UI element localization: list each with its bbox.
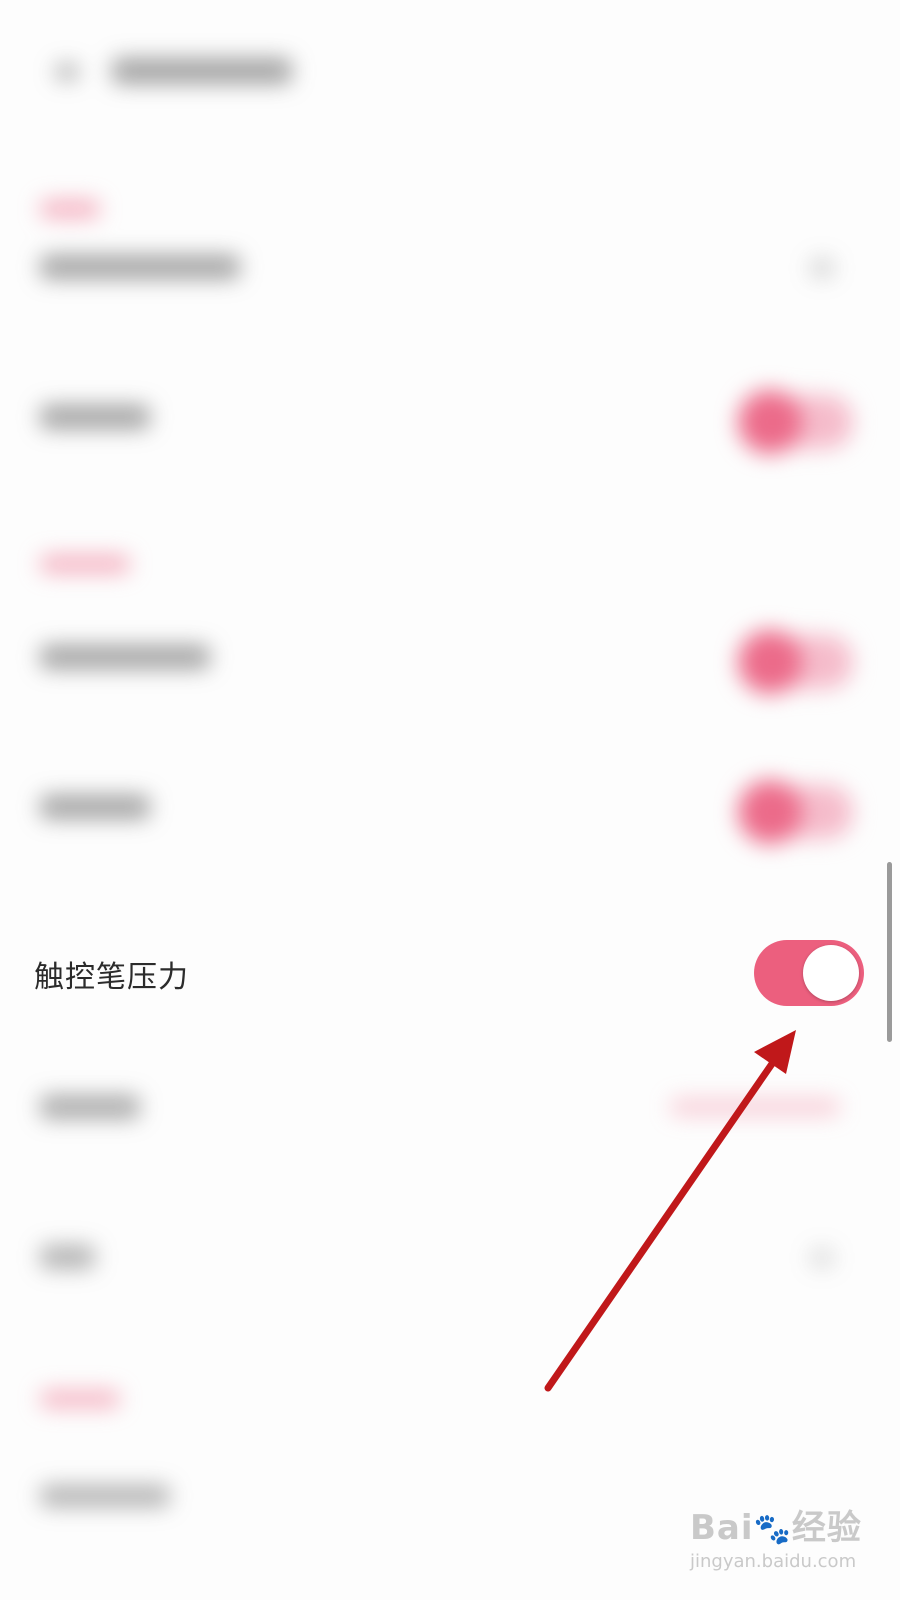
annotation-arrow — [544, 1030, 796, 1392]
baidu-jingyan-watermark: Bai🐾经验 jingyan.baidu.com — [690, 1500, 862, 1572]
watermark-logo-suffix: 经验 — [791, 1508, 862, 1548]
paw-icon: 🐾 — [753, 1512, 792, 1547]
watermark-logo-prefix: Bai — [690, 1508, 754, 1548]
watermark-url: jingyan.baidu.com — [690, 1551, 857, 1572]
